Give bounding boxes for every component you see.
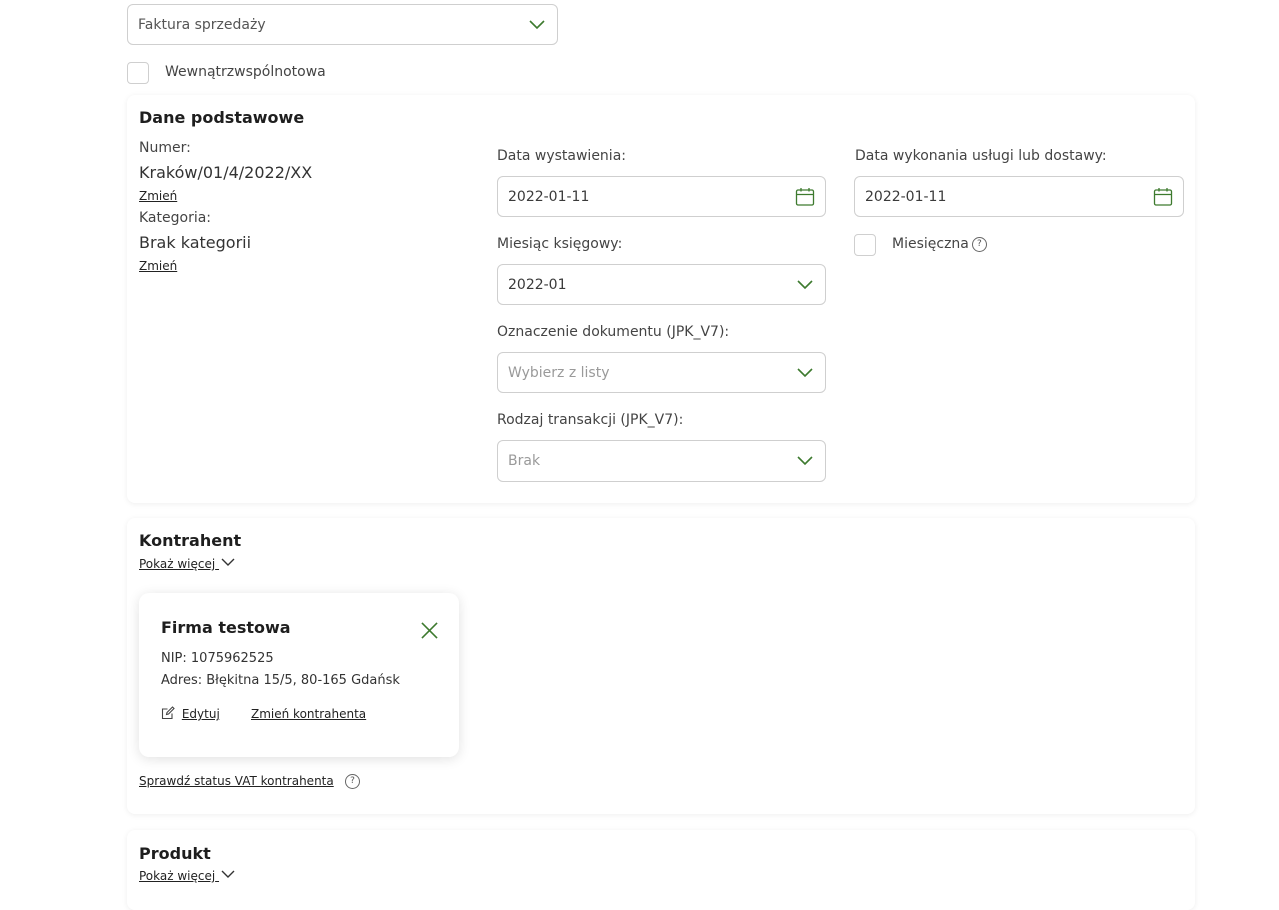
chevron-down-icon bbox=[797, 279, 813, 289]
vat-status-link[interactable]: Sprawdź status VAT kontrahenta bbox=[139, 774, 334, 788]
edit-contractor-link[interactable]: Edytuj bbox=[161, 706, 220, 721]
contractor-box: Firma testowa NIP: 1075962525 Adres: Błę… bbox=[139, 593, 459, 757]
category-value: Brak kategorii bbox=[139, 233, 252, 252]
intra-community-checkbox[interactable] bbox=[127, 62, 149, 84]
monthly-label: Miesięczna bbox=[892, 236, 969, 252]
doc-marking-select[interactable]: Wybierz z listy bbox=[497, 352, 826, 393]
change-contractor-link[interactable]: Zmień kontrahenta bbox=[251, 707, 366, 721]
intra-community-label: Wewnątrzwspólnotowa bbox=[165, 64, 326, 80]
change-category-link[interactable]: Zmień bbox=[139, 259, 177, 273]
service-date-input[interactable]: 2022-01-11 bbox=[854, 176, 1184, 217]
service-date-value: 2022-01-11 bbox=[865, 188, 947, 205]
chevron-down-icon bbox=[529, 19, 545, 29]
product-card bbox=[127, 830, 1195, 910]
calendar-icon[interactable] bbox=[1153, 187, 1173, 207]
edit-contractor-label: Edytuj bbox=[181, 707, 220, 721]
transaction-type-label: Rodzaj transakcji (JPK_V7): bbox=[497, 412, 684, 428]
calendar-icon[interactable] bbox=[795, 187, 815, 207]
number-value: Kraków/01/4/2022/XX bbox=[139, 163, 313, 182]
accounting-month-value: 2022-01 bbox=[508, 276, 567, 293]
accounting-month-label: Miesiąc księgowy: bbox=[497, 236, 623, 252]
help-icon[interactable]: ? bbox=[345, 774, 360, 789]
contractor-show-more[interactable]: Pokaż więcej bbox=[139, 557, 235, 571]
category-label: Kategoria: bbox=[139, 210, 212, 226]
number-label: Numer: bbox=[139, 140, 191, 156]
product-title: Produkt bbox=[139, 844, 211, 863]
document-type-value: Faktura sprzedaży bbox=[138, 16, 266, 33]
help-icon[interactable]: ? bbox=[971, 236, 987, 252]
edit-icon bbox=[161, 706, 175, 720]
close-icon[interactable] bbox=[421, 622, 438, 639]
issue-date-label: Data wystawienia: bbox=[497, 148, 626, 164]
contractor-title: Kontrahent bbox=[139, 531, 242, 550]
monthly-checkbox[interactable] bbox=[854, 234, 876, 256]
doc-marking-placeholder: Wybierz z listy bbox=[508, 364, 610, 381]
doc-marking-label: Oznaczenie dokumentu (JPK_V7): bbox=[497, 324, 730, 340]
contractor-name: Firma testowa bbox=[161, 618, 291, 637]
transaction-type-select[interactable]: Brak bbox=[497, 440, 826, 482]
contractor-show-more-label: Pokaż więcej bbox=[139, 557, 216, 571]
issue-date-value: 2022-01-11 bbox=[508, 188, 590, 205]
transaction-type-value: Brak bbox=[508, 453, 541, 469]
chevron-down-icon bbox=[221, 558, 235, 566]
product-show-more[interactable]: Pokaż więcej bbox=[139, 869, 235, 883]
issue-date-input[interactable]: 2022-01-11 bbox=[497, 176, 826, 217]
service-date-label: Data wykonania usługi lub dostawy: bbox=[855, 148, 1107, 164]
contractor-nip: NIP: 1075962525 bbox=[161, 651, 274, 666]
monthly-label-wrap: Miesięczna? bbox=[892, 236, 987, 252]
contractor-address: Adres: Błękitna 15/5, 80-165 Gdańsk bbox=[161, 673, 400, 688]
change-number-link[interactable]: Zmień bbox=[139, 189, 177, 203]
chevron-down-icon bbox=[797, 367, 813, 377]
chevron-down-icon bbox=[221, 870, 235, 878]
document-type-select[interactable]: Faktura sprzedaży bbox=[127, 4, 558, 45]
product-show-more-label: Pokaż więcej bbox=[139, 869, 216, 883]
chevron-down-icon bbox=[797, 456, 813, 466]
basic-data-title: Dane podstawowe bbox=[139, 108, 305, 127]
accounting-month-select[interactable]: 2022-01 bbox=[497, 264, 826, 305]
vat-status-label: Sprawdź status VAT kontrahenta bbox=[139, 774, 334, 788]
